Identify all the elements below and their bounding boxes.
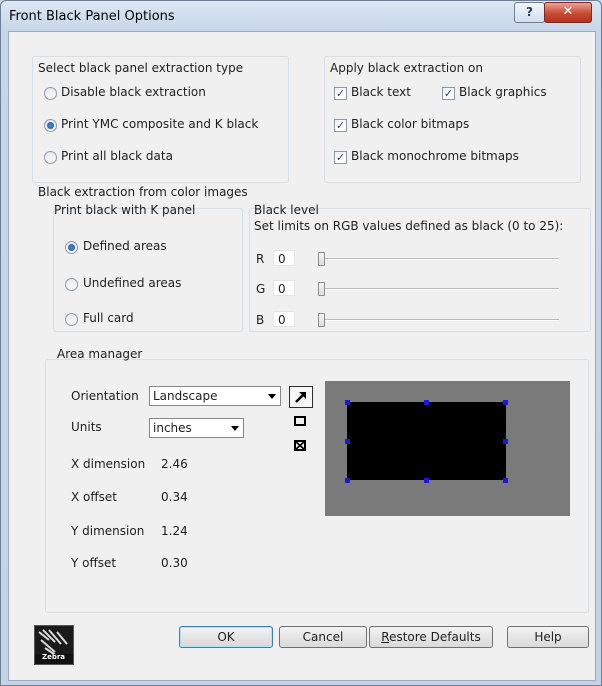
checkbox-label-monochrome-bitmaps[interactable]: Black monochrome bitmaps — [351, 149, 519, 163]
k-panel-heading: Print black with K panel — [54, 203, 196, 217]
extraction-type-heading: Select black panel extraction type — [38, 61, 244, 75]
y-dimension-value: 1.24 — [161, 524, 188, 538]
restore-defaults-button[interactable]: Restore Defaults — [369, 626, 493, 648]
resize-handle[interactable] — [503, 400, 508, 405]
r-slider-thumb[interactable] — [318, 252, 325, 266]
black-level-heading: Black level — [254, 203, 319, 217]
resize-handle[interactable] — [503, 478, 508, 483]
apply-on-heading: Apply black extraction on — [330, 61, 483, 75]
units-label: Units — [71, 420, 102, 434]
b-value-input[interactable]: 0 — [273, 311, 295, 327]
orientation-value: Landscape — [153, 389, 218, 403]
dialog-body: Select black panel extraction type Disab… — [8, 31, 596, 681]
units-value: inches — [153, 421, 192, 435]
color-images-heading: Black extraction from color images — [38, 185, 248, 199]
b-slider-track[interactable] — [321, 319, 559, 321]
restore-defaults-label: Restore Defaults — [381, 630, 481, 644]
radio-defined-areas[interactable] — [65, 241, 78, 254]
b-slider-thumb[interactable] — [318, 313, 325, 327]
k-panel-group — [53, 208, 243, 332]
resize-handle[interactable] — [345, 478, 350, 483]
close-button[interactable]: ✕ — [544, 2, 592, 23]
defined-area-rectangle[interactable] — [347, 402, 506, 480]
ok-button[interactable]: OK — [179, 626, 273, 648]
checkbox-black-monochrome-bitmaps[interactable]: ✓ — [334, 151, 347, 164]
window-title: Front Black Panel Options — [9, 9, 175, 24]
g-slider-thumb[interactable] — [318, 282, 325, 296]
radio-label-undefined-areas[interactable]: Undefined areas — [83, 276, 181, 290]
x-offset-label: X offset — [71, 490, 117, 504]
checkbox-black-color-bitmaps[interactable]: ✓ — [334, 119, 347, 132]
g-value-input[interactable]: 0 — [273, 280, 295, 296]
resize-handle[interactable] — [345, 400, 350, 405]
y-dimension-label: Y dimension — [71, 524, 145, 538]
radio-label-all-black[interactable]: Print all black data — [61, 149, 173, 163]
checkbox-black-graphics[interactable]: ✓ — [442, 87, 455, 100]
help-button[interactable]: Help — [507, 626, 589, 648]
radio-print-all-black[interactable] — [44, 151, 57, 164]
cancel-button[interactable]: Cancel — [279, 626, 367, 648]
logo-text: Zebra — [42, 653, 66, 661]
checkbox-black-text[interactable]: ✓ — [334, 87, 347, 100]
area-manager-heading: Area manager — [57, 347, 143, 361]
x-dimension-value: 2.46 — [161, 457, 188, 471]
channel-label-r: R — [256, 252, 265, 266]
resize-handle[interactable] — [345, 439, 350, 444]
r-value-input[interactable]: 0 — [273, 250, 295, 266]
resize-handle[interactable] — [424, 400, 429, 405]
resize-handle[interactable] — [424, 478, 429, 483]
orientation-label: Orientation — [71, 389, 139, 403]
radio-disable-black-extraction[interactable] — [44, 87, 57, 100]
orientation-select[interactable]: Landscape — [149, 386, 281, 406]
y-offset-label: Y offset — [71, 556, 117, 570]
radio-label-defined-areas[interactable]: Defined areas — [83, 239, 167, 253]
radio-label-disable[interactable]: Disable black extraction — [61, 85, 206, 99]
x-offset-value: 0.34 — [161, 490, 188, 504]
zebra-logo-icon: Zebra — [34, 625, 74, 665]
radio-label-full-card[interactable]: Full card — [83, 311, 134, 325]
add-rectangle-icon[interactable] — [289, 412, 313, 434]
chevron-down-icon — [268, 394, 276, 399]
units-select[interactable]: inches — [149, 418, 244, 438]
chevron-down-icon — [231, 426, 239, 431]
card-preview[interactable] — [325, 381, 570, 516]
y-offset-value: 0.30 — [161, 556, 188, 570]
checkbox-label-color-bitmaps[interactable]: Black color bitmaps — [351, 117, 469, 131]
title-help-button[interactable]: ? — [514, 2, 545, 23]
radio-print-ymc-composite[interactable] — [44, 119, 57, 132]
delete-rectangle-icon[interactable] — [289, 436, 313, 458]
resize-handle[interactable] — [503, 439, 508, 444]
channel-label-g: G — [256, 282, 266, 296]
radio-undefined-areas[interactable] — [65, 278, 78, 291]
radio-label-ymc[interactable]: Print YMC composite and K black — [61, 117, 258, 131]
select-arrow-icon[interactable] — [289, 386, 313, 408]
x-dimension-label: X dimension — [71, 457, 146, 471]
channel-label-b: B — [256, 313, 265, 327]
checkbox-label-black-graphics[interactable]: Black graphics — [459, 85, 547, 99]
r-slider-track[interactable] — [321, 258, 559, 260]
g-slider-track[interactable] — [321, 288, 559, 290]
black-level-description: Set limits on RGB values defined as blac… — [254, 219, 564, 233]
checkbox-label-black-text[interactable]: Black text — [351, 85, 411, 99]
dialog-window: Front Black Panel Options ? ✕ Select bla… — [0, 0, 602, 686]
radio-full-card[interactable] — [65, 313, 78, 326]
